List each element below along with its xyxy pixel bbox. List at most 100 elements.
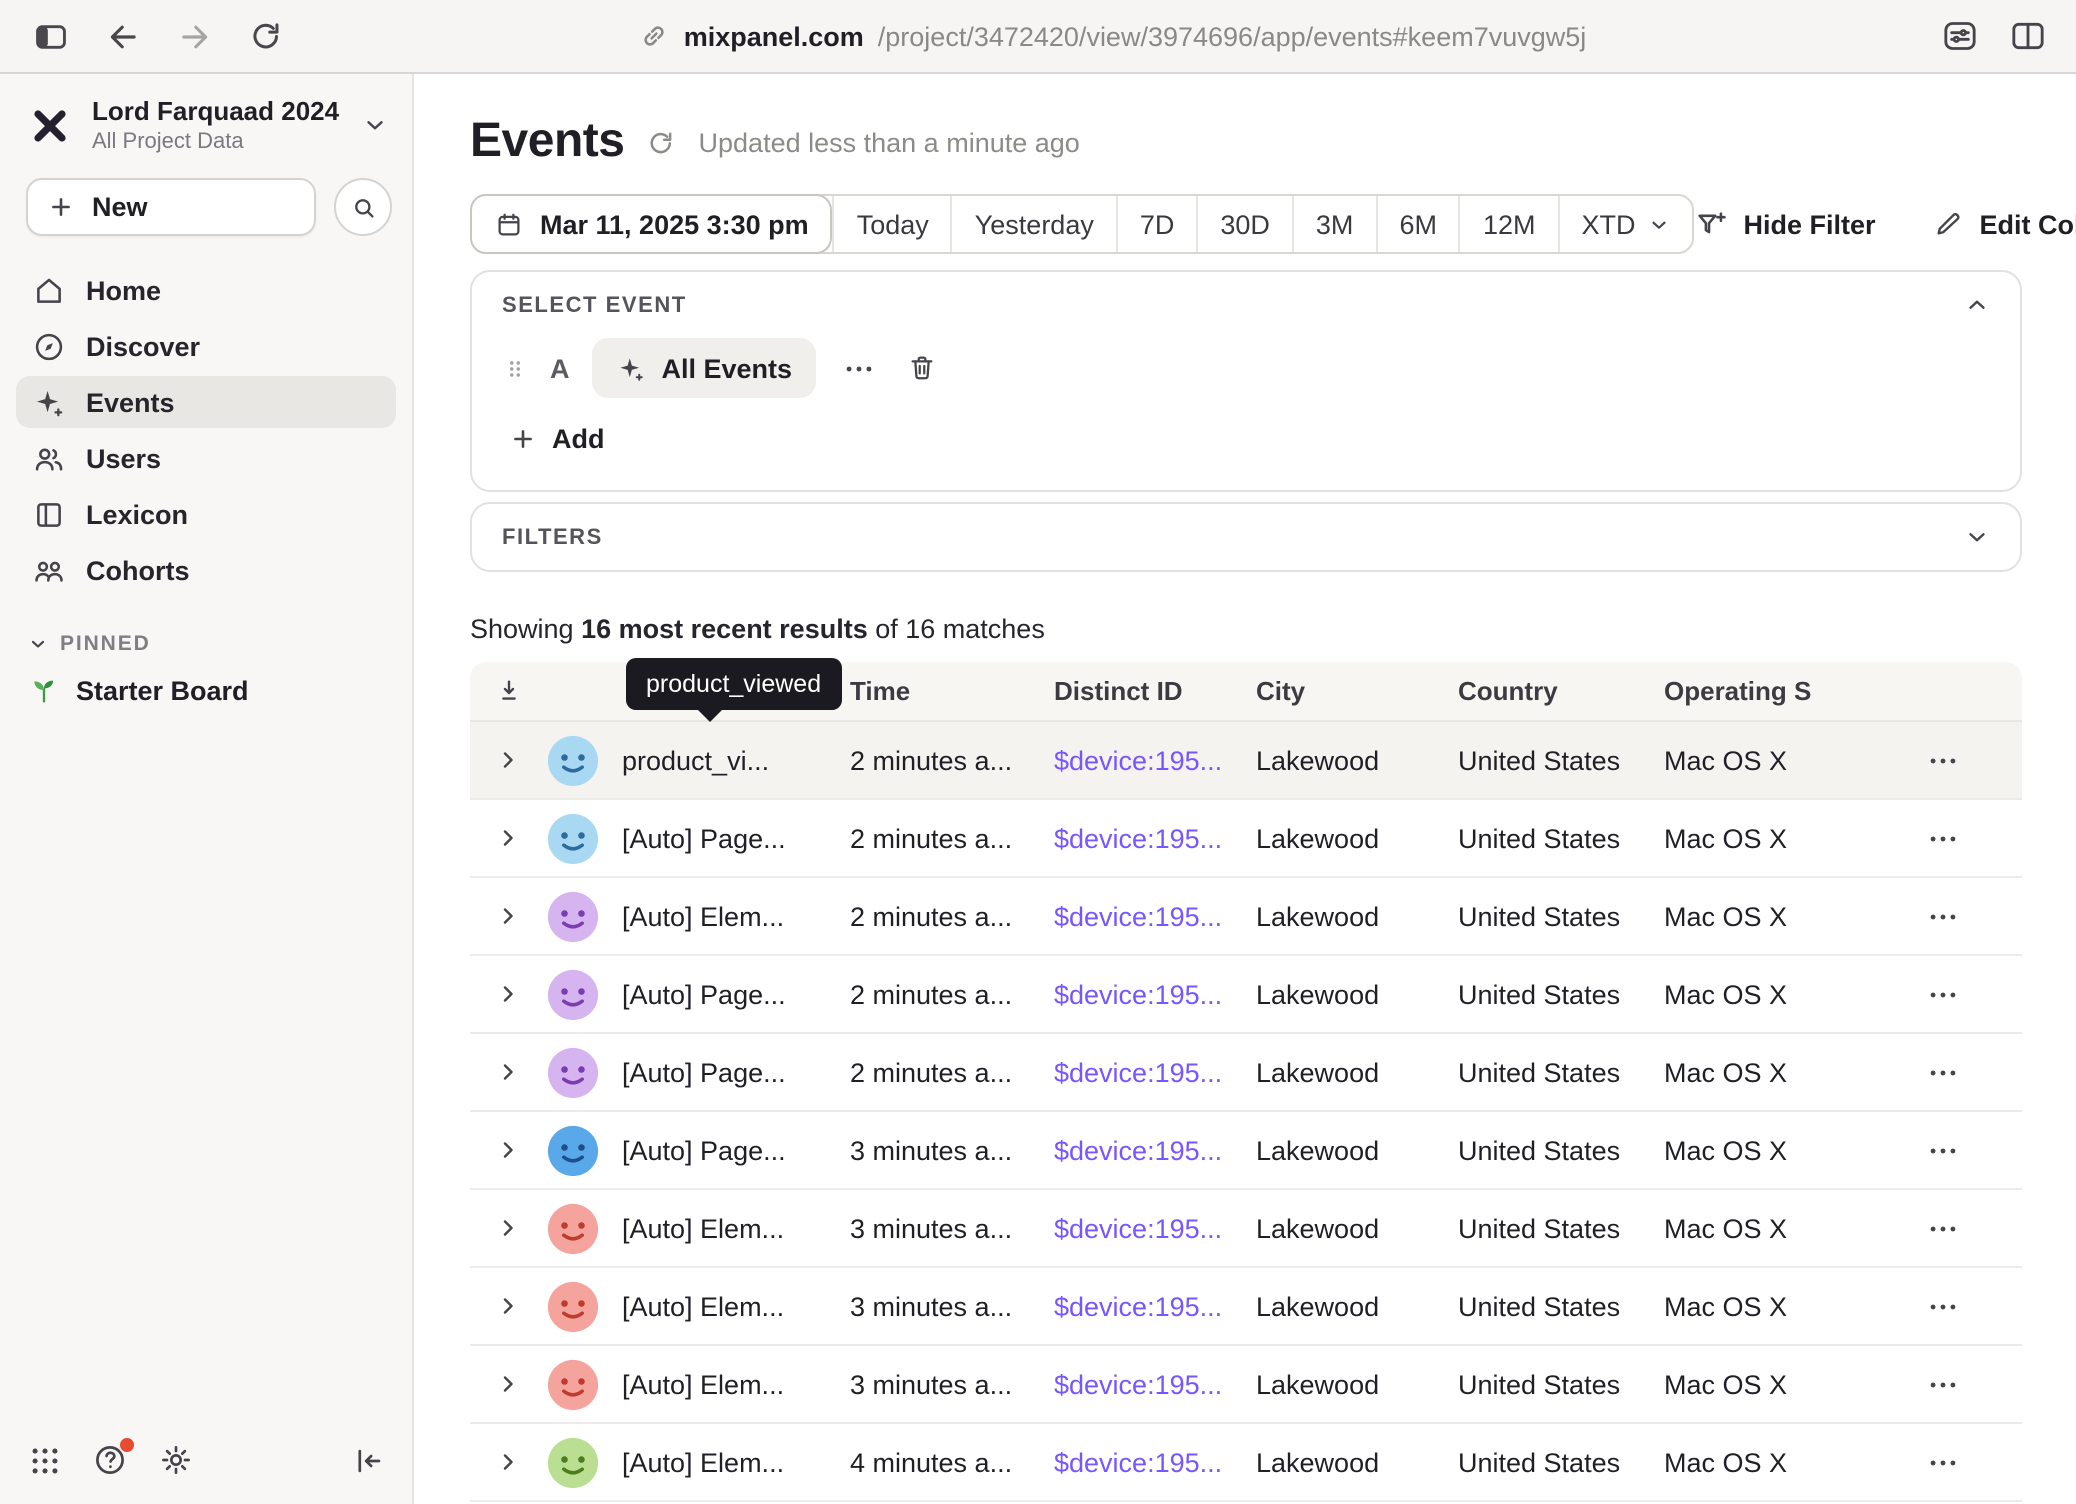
column-header-os[interactable]: Operating S: [1664, 676, 1862, 706]
expand-row-icon[interactable]: [496, 1060, 520, 1084]
tooltip-arrow: [698, 710, 722, 722]
table-row[interactable]: [Auto] Elem... 2 minutes a... $device:19…: [470, 878, 2022, 956]
event-name[interactable]: [Auto] Page...: [622, 1135, 850, 1165]
drag-handle-icon[interactable]: [502, 353, 528, 383]
row-more-icon[interactable]: [1926, 821, 1960, 855]
row-more-icon[interactable]: [1926, 899, 1960, 933]
range-12m[interactable]: 12M: [1459, 196, 1558, 252]
table-row[interactable]: [Auto] Page... 2 minutes a... $device:19…: [470, 956, 2022, 1034]
range-6m[interactable]: 6M: [1375, 196, 1459, 252]
event-os: Mac OS X: [1664, 1057, 1862, 1087]
row-more-icon[interactable]: [1926, 1133, 1960, 1167]
column-header-time[interactable]: Time: [850, 676, 1054, 706]
range-7d[interactable]: 7D: [1116, 196, 1197, 252]
distinct-id-link[interactable]: $device:195...: [1054, 1291, 1222, 1321]
reload-icon[interactable]: [248, 18, 284, 54]
row-more-icon[interactable]: [1926, 1367, 1960, 1401]
event-name[interactable]: [Auto] Page...: [622, 1057, 850, 1087]
hide-filter-button[interactable]: Hide Filter: [1694, 207, 1876, 241]
sidebar-item-lexicon[interactable]: Lexicon: [16, 488, 396, 540]
table-row[interactable]: [Auto] Elem... 3 minutes a... $device:19…: [470, 1346, 2022, 1424]
distinct-id-link[interactable]: $device:195...: [1054, 1057, 1222, 1087]
table-row[interactable]: [Auto] Elem... 4 minutes a... $device:19…: [470, 1424, 2022, 1502]
table-row[interactable]: [Auto] Page... 2 minutes a... $device:19…: [470, 800, 2022, 878]
column-header-city[interactable]: City: [1256, 676, 1458, 706]
distinct-id-link[interactable]: $device:195...: [1054, 979, 1222, 1009]
workspace-switcher[interactable]: Lord Farquaad 2024 All Project Data: [0, 74, 412, 170]
expand-row-icon[interactable]: [496, 982, 520, 1006]
event-name[interactable]: [Auto] Elem...: [622, 1213, 850, 1243]
row-more-icon[interactable]: [1926, 743, 1960, 777]
range-today[interactable]: Today: [833, 196, 951, 252]
table-row[interactable]: [Auto] Elem... 3 minutes a... $device:19…: [470, 1268, 2022, 1346]
event-name[interactable]: [Auto] Elem...: [622, 1369, 850, 1399]
forward-icon[interactable]: [176, 17, 214, 55]
range-yesterday[interactable]: Yesterday: [951, 196, 1116, 252]
sidebar-item-cohorts[interactable]: Cohorts: [16, 544, 396, 596]
table-row[interactable]: product_vi... 2 minutes a... $device:195…: [470, 722, 2022, 800]
distinct-id-link[interactable]: $device:195...: [1054, 1213, 1222, 1243]
expand-row-icon[interactable]: [496, 1450, 520, 1474]
pinned-section-header[interactable]: PINNED: [0, 632, 412, 656]
table-row[interactable]: [Auto] Page... 3 minutes a... $device:19…: [470, 1112, 2022, 1190]
chevron-down-icon[interactable]: [1964, 524, 1990, 550]
row-more-icon[interactable]: [1926, 1055, 1960, 1089]
chevron-up-icon[interactable]: [1964, 292, 1990, 318]
more-options-icon[interactable]: [838, 347, 880, 389]
collapse-sidebar-icon[interactable]: [352, 1443, 386, 1477]
event-name[interactable]: [Auto] Page...: [622, 823, 850, 853]
distinct-id-link[interactable]: $device:195...: [1054, 823, 1222, 853]
pin-icon[interactable]: [493, 676, 523, 706]
row-more-icon[interactable]: [1926, 1211, 1960, 1245]
sidebar-item-discover[interactable]: Discover: [16, 320, 396, 372]
sidebar-item-events[interactable]: Events: [16, 376, 396, 428]
range-30d[interactable]: 30D: [1196, 196, 1292, 252]
apps-grid-icon[interactable]: [28, 1443, 62, 1477]
event-name[interactable]: [Auto] Elem...: [622, 1291, 850, 1321]
expand-row-icon[interactable]: [496, 748, 520, 772]
sidebar-toggle-icon[interactable]: [32, 17, 70, 55]
sidebar-item-users[interactable]: Users: [16, 432, 396, 484]
date-picker-button[interactable]: Mar 11, 2025 3:30 pm: [470, 194, 833, 254]
expand-row-icon[interactable]: [496, 1372, 520, 1396]
delete-icon[interactable]: [902, 348, 942, 388]
event-name[interactable]: [Auto] Elem...: [622, 901, 850, 931]
gear-icon[interactable]: [158, 1442, 194, 1478]
distinct-id-link[interactable]: $device:195...: [1054, 1135, 1222, 1165]
distinct-id-link[interactable]: $device:195...: [1054, 1369, 1222, 1399]
table-row[interactable]: [Auto] Elem... 3 minutes a... $device:19…: [470, 1190, 2022, 1268]
column-header-distinct-id[interactable]: Distinct ID: [1054, 676, 1256, 706]
sidebar-item-home[interactable]: Home: [16, 264, 396, 316]
back-icon[interactable]: [104, 17, 142, 55]
table-row[interactable]: [Auto] Page... 2 minutes a... $device:19…: [470, 1034, 2022, 1112]
url-bar[interactable]: mixpanel.com/project/3472420/view/397469…: [284, 20, 1940, 52]
expand-row-icon[interactable]: [496, 826, 520, 850]
page-settings-icon[interactable]: [1940, 16, 1980, 56]
row-more-icon[interactable]: [1926, 977, 1960, 1011]
event-selector-chip[interactable]: All Events: [592, 338, 817, 398]
distinct-id-link[interactable]: $device:195...: [1054, 745, 1222, 775]
split-view-icon[interactable]: [2008, 16, 2048, 56]
distinct-id-link[interactable]: $device:195...: [1054, 901, 1222, 931]
expand-row-icon[interactable]: [496, 904, 520, 928]
sidebar-item-starter-board[interactable]: Starter Board: [0, 656, 412, 706]
row-more-icon[interactable]: [1926, 1445, 1960, 1479]
event-name[interactable]: [Auto] Page...: [622, 979, 850, 1009]
filters-card[interactable]: FILTERS: [470, 502, 2022, 572]
expand-row-icon[interactable]: [496, 1216, 520, 1240]
event-name[interactable]: product_vi...: [622, 745, 850, 775]
new-button[interactable]: New: [26, 178, 316, 236]
event-name[interactable]: [Auto] Elem...: [622, 1447, 850, 1477]
refresh-icon[interactable]: [647, 127, 677, 157]
edit-columns-button[interactable]: Edit Columns · 6: [1932, 208, 2076, 240]
distinct-id-link[interactable]: $device:195...: [1054, 1447, 1222, 1477]
row-more-icon[interactable]: [1926, 1289, 1960, 1323]
expand-row-icon[interactable]: [496, 1294, 520, 1318]
expand-row-icon[interactable]: [496, 1138, 520, 1162]
search-button[interactable]: [334, 178, 392, 236]
column-header-country[interactable]: Country: [1458, 676, 1664, 706]
event-avatar: [546, 1201, 600, 1255]
range-xtd[interactable]: XTD: [1558, 196, 1692, 252]
range-3m[interactable]: 3M: [1292, 196, 1376, 252]
add-event-button[interactable]: Add: [502, 420, 613, 458]
